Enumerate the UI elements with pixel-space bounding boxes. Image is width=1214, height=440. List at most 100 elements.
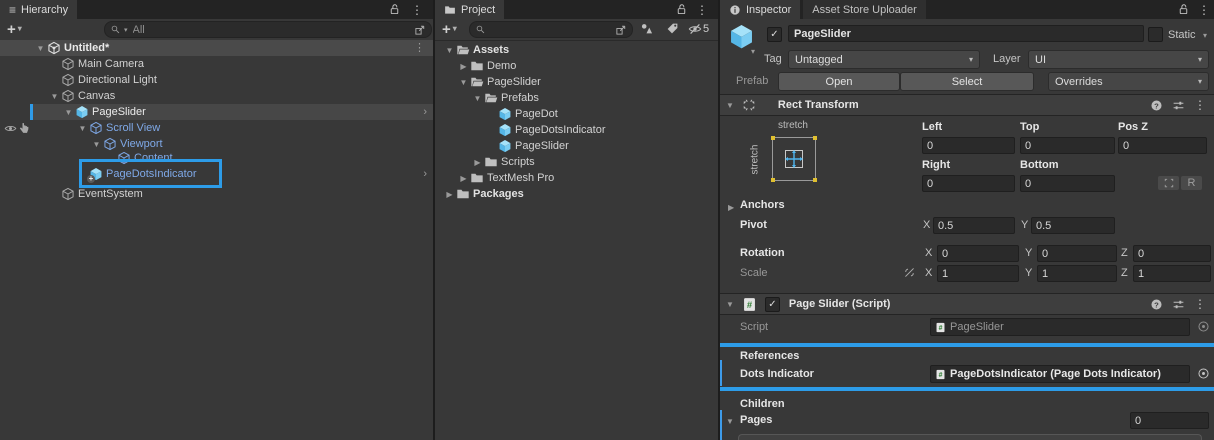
static-checkbox[interactable]: [1148, 27, 1163, 42]
search-by-type-icon[interactable]: [640, 22, 654, 36]
foldout-closed-icon[interactable]: ▶: [443, 190, 456, 199]
open-search-window-icon[interactable]: [615, 24, 627, 36]
scale-x-field[interactable]: 1: [937, 265, 1019, 282]
right-field[interactable]: 0: [922, 175, 1015, 192]
project-item-packages[interactable]: ▶ Packages: [435, 186, 718, 202]
foldout-open-icon[interactable]: ▼: [726, 300, 734, 309]
hierarchy-item-content[interactable]: Content: [0, 150, 433, 166]
foldout-open-icon[interactable]: ▼: [726, 101, 734, 110]
project-item-textmesh-pro[interactable]: ▶ TextMesh Pro: [435, 170, 718, 186]
component-enabled-checkbox[interactable]: [764, 296, 780, 312]
pivot-x-field[interactable]: 0.5: [933, 217, 1015, 234]
foldout-open-icon[interactable]: ▼: [76, 124, 89, 133]
anchor-preset-widget[interactable]: [771, 136, 817, 182]
scene-menu-icon[interactable]: ⋮: [414, 42, 425, 54]
rect-transform-header[interactable]: ▼ Rect Transform ⋮: [720, 94, 1214, 116]
tab-project[interactable]: Project: [435, 0, 505, 19]
posz-field[interactable]: 0: [1118, 137, 1207, 154]
tab-asset-store-uploader[interactable]: Asset Store Uploader: [803, 0, 926, 19]
search-by-label-tag-icon[interactable]: [666, 22, 679, 35]
object-picker-icon[interactable]: [1197, 367, 1210, 380]
bottom-field[interactable]: 0: [1020, 175, 1115, 192]
project-item-page-slider-prefab[interactable]: PageSlider: [435, 138, 718, 154]
prefab-overrides-dropdown[interactable]: Overrides ▾: [1048, 72, 1209, 91]
prefab-chevron-icon[interactable]: ›: [423, 168, 427, 180]
lock-button[interactable]: [673, 2, 689, 17]
hierarchy-item-directional-light[interactable]: Directional Light: [0, 72, 433, 88]
hierarchy-item-main-camera[interactable]: Main Camera: [0, 56, 433, 72]
pages-foldout-icon[interactable]: ▼: [726, 417, 734, 426]
project-item-page-dot[interactable]: PageDot: [435, 106, 718, 122]
kebab-icon[interactable]: ⋮: [1194, 99, 1206, 111]
foldout-open-icon[interactable]: ▼: [457, 78, 470, 87]
scale-y-field[interactable]: 1: [1037, 265, 1117, 282]
script-object-field[interactable]: PageSlider: [930, 318, 1190, 336]
hidden-count-eye-off-icon[interactable]: [688, 22, 702, 36]
project-add-button[interactable]: + ▾: [442, 21, 457, 38]
dots-indicator-object-field[interactable]: PageDotsIndicator (Page Dots Indicator): [930, 365, 1190, 383]
hierarchy-item-canvas[interactable]: ▼ Canvas: [0, 88, 433, 104]
inspector-menu-button[interactable]: ⋮: [1197, 2, 1211, 17]
rotation-y-field[interactable]: 0: [1037, 245, 1117, 262]
project-search-field[interactable]: [469, 21, 633, 38]
active-checkbox[interactable]: [767, 27, 782, 42]
gameobject-name-input[interactable]: [788, 25, 1144, 42]
foldout-open-icon[interactable]: ▼: [443, 46, 456, 55]
lock-button[interactable]: [1175, 2, 1191, 17]
project-item-assets[interactable]: ▼ Assets: [435, 42, 718, 58]
presets-icon[interactable]: [1172, 99, 1185, 112]
project-search-input[interactable]: [489, 22, 612, 37]
page-slider-script-header[interactable]: ▼ Page Slider (Script) ⋮: [720, 293, 1214, 315]
project-item-scripts[interactable]: ▶ Scripts: [435, 154, 718, 170]
icon-caret-down[interactable]: ▾: [751, 47, 755, 56]
foldout-open-icon[interactable]: ▼: [62, 108, 75, 117]
object-picker-icon[interactable]: [1197, 320, 1210, 333]
help-icon[interactable]: [1150, 298, 1163, 311]
foldout-open-icon[interactable]: ▼: [471, 94, 484, 103]
foldout-closed-icon[interactable]: ▶: [471, 158, 484, 167]
pivot-y-field[interactable]: 0.5: [1031, 217, 1115, 234]
project-item-prefabs[interactable]: ▼ Prefabs: [435, 90, 718, 106]
project-item-page-dots-indicator[interactable]: PageDotsIndicator: [435, 122, 718, 138]
hierarchy-item-page-slider[interactable]: ▼ PageSlider ›: [0, 104, 433, 120]
hierarchy-item-event-system[interactable]: EventSystem: [0, 186, 433, 202]
rotation-z-field[interactable]: 0: [1133, 245, 1211, 262]
anchors-foldout-icon[interactable]: ▶: [728, 203, 734, 212]
scene-row[interactable]: ▼ Untitled* ⋮: [0, 40, 433, 56]
open-search-window-icon[interactable]: [414, 24, 426, 36]
top-field[interactable]: 0: [1020, 137, 1115, 154]
foldout-open-icon[interactable]: ▼: [90, 140, 103, 149]
tag-dropdown[interactable]: Untagged ▾: [788, 50, 980, 69]
presets-icon[interactable]: [1172, 298, 1185, 311]
pages-size-field[interactable]: 0: [1130, 412, 1209, 429]
unlink-scale-icon[interactable]: [903, 266, 916, 279]
foldout-open-icon[interactable]: ▼: [48, 92, 61, 101]
help-icon[interactable]: [1150, 99, 1163, 112]
layer-dropdown[interactable]: UI ▾: [1028, 50, 1209, 69]
foldout-open-icon[interactable]: ▼: [34, 44, 47, 53]
raw-mode-button[interactable]: R: [1181, 176, 1202, 190]
tab-hierarchy[interactable]: ≡ Hierarchy: [0, 0, 78, 19]
project-menu-button[interactable]: ⋮: [695, 2, 709, 17]
prefab-open-button[interactable]: Open: [778, 72, 900, 91]
foldout-closed-icon[interactable]: ▶: [457, 62, 470, 71]
prefab-select-button[interactable]: Select: [900, 72, 1034, 91]
foldout-closed-icon[interactable]: ▶: [457, 174, 470, 183]
hierarchy-item-scroll-view[interactable]: ▼ Scroll View: [0, 120, 433, 136]
static-caret-icon[interactable]: ▾: [1203, 31, 1207, 40]
visibility-eye-icon[interactable]: [4, 122, 17, 135]
prefab-chevron-icon[interactable]: ›: [423, 106, 427, 118]
project-item-page-slider-folder[interactable]: ▼ PageSlider: [435, 74, 718, 90]
left-field[interactable]: 0: [922, 137, 1015, 154]
kebab-icon[interactable]: ⋮: [1194, 298, 1206, 310]
hierarchy-search-input[interactable]: [130, 22, 411, 37]
picking-hand-icon[interactable]: [18, 122, 30, 134]
blueprint-mode-button[interactable]: [1158, 176, 1179, 190]
project-item-demo[interactable]: ▶ Demo: [435, 58, 718, 74]
hierarchy-search-field[interactable]: ▾: [104, 21, 432, 38]
tab-inspector[interactable]: Inspector: [720, 0, 801, 19]
hierarchy-add-button[interactable]: + ▾: [7, 21, 22, 38]
hierarchy-menu-button[interactable]: ⋮: [410, 2, 424, 17]
hierarchy-item-page-dots-indicator[interactable]: + PageDotsIndicator ›: [0, 166, 433, 183]
rotation-x-field[interactable]: 0: [937, 245, 1019, 262]
